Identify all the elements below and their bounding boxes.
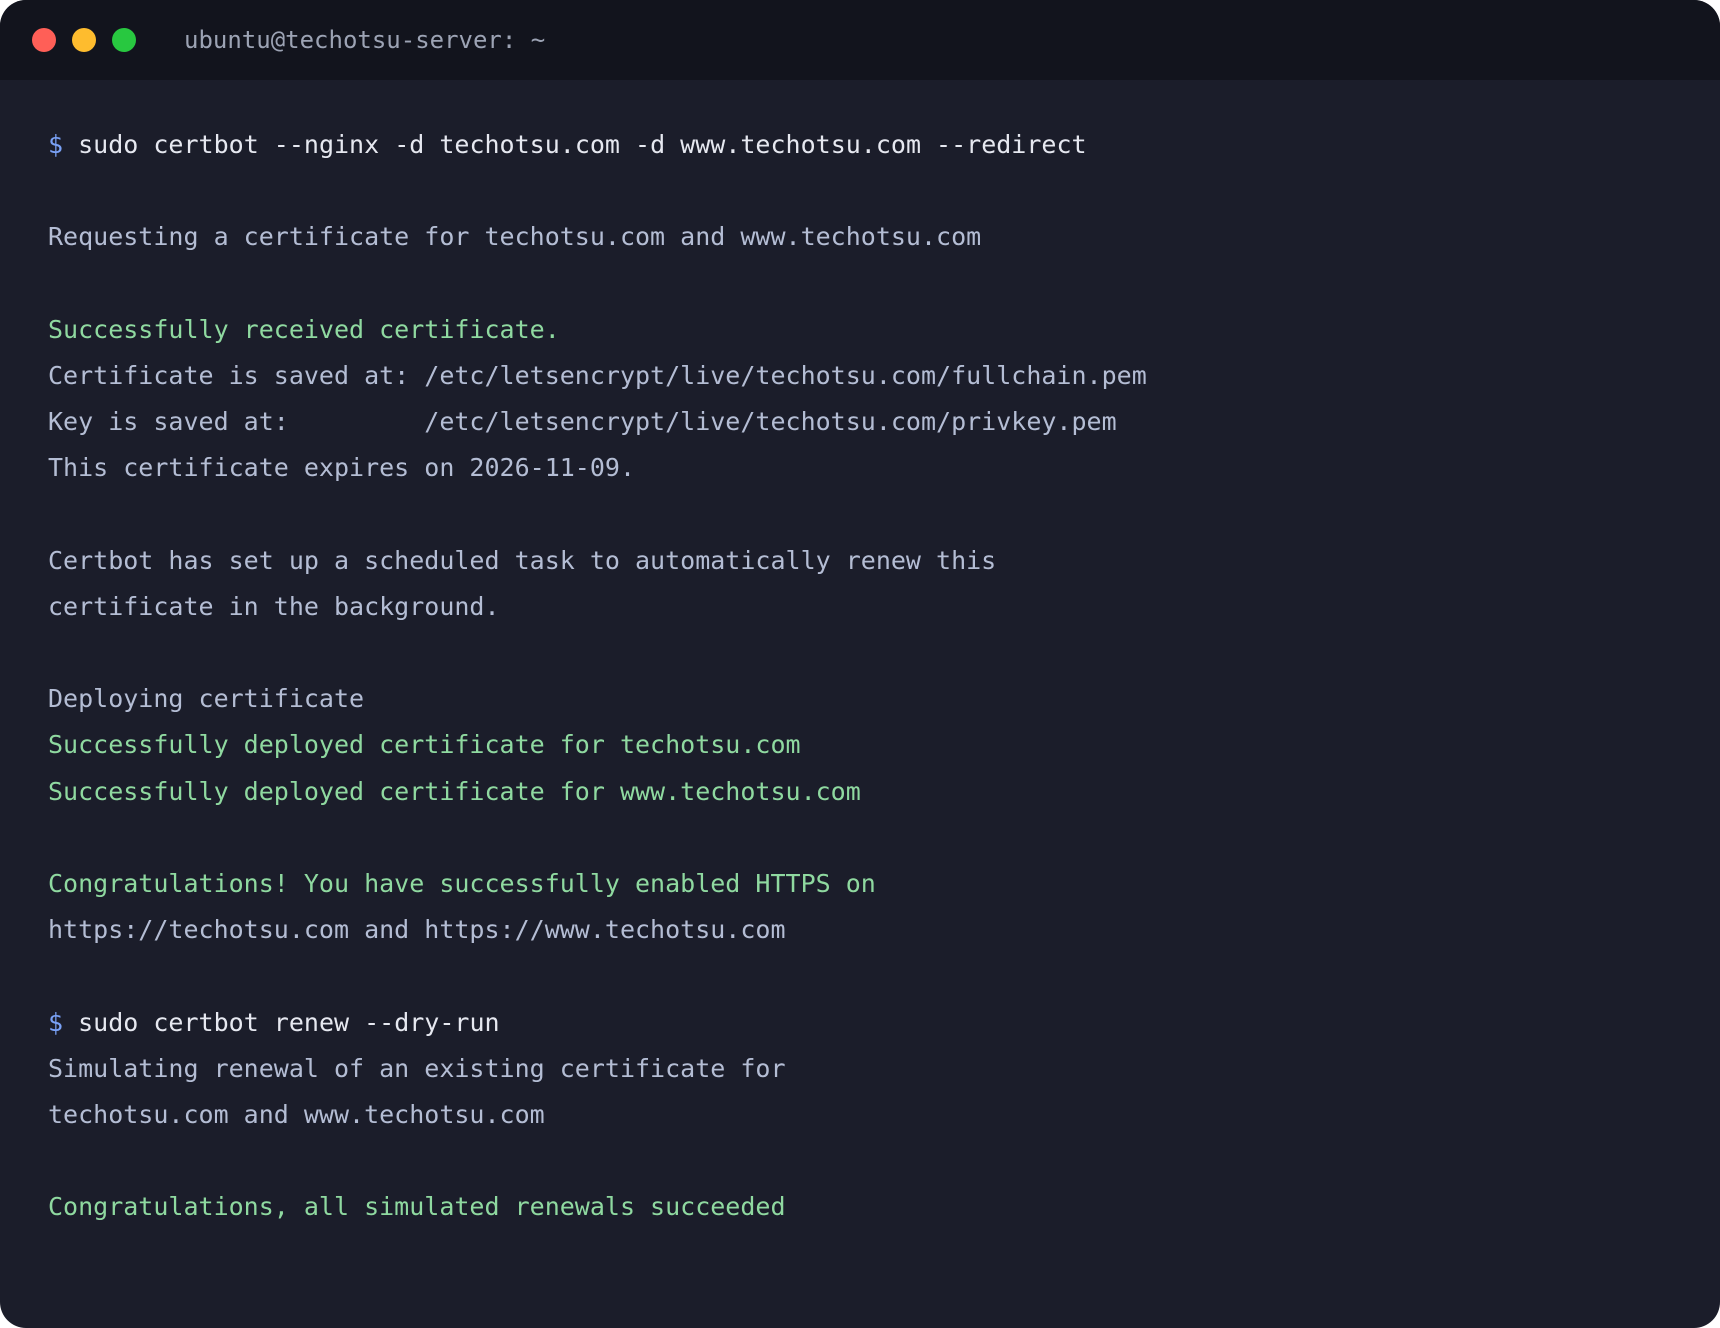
prompt-symbol: $: [48, 1007, 64, 1037]
output-line: Requesting a certificate for techotsu.co…: [48, 214, 1680, 260]
output-line: https://techotsu.com and https://www.tec…: [48, 907, 1680, 953]
success-output-line: Congratulations! You have successfully e…: [48, 861, 1680, 907]
output-line: This certificate expires on 2026-11-09.: [48, 445, 1680, 491]
command-line: $ sudo certbot --nginx -d techotsu.com -…: [48, 122, 1680, 168]
close-window-button[interactable]: [32, 28, 56, 52]
output-line: Key is saved at: /etc/letsencrypt/live/t…: [48, 399, 1680, 445]
line-text: Successfully received certificate.: [48, 314, 560, 344]
output-line: Certbot has set up a scheduled task to a…: [48, 538, 1680, 584]
terminal-window: ubuntu@techotsu-server: ~ $ sudo certbot…: [0, 0, 1720, 1328]
line-text: certificate in the background.: [48, 591, 500, 621]
line-text: Key is saved at: /etc/letsencrypt/live/t…: [48, 407, 1117, 437]
line-text: This certificate expires on 2026-11-09.: [48, 453, 635, 483]
output-line: Certificate is saved at: /etc/letsencryp…: [48, 353, 1680, 399]
minimize-window-button[interactable]: [72, 28, 96, 52]
line-text: Certbot has set up a scheduled task to a…: [48, 545, 997, 575]
line-text: techotsu.com and www.techotsu.com: [48, 1099, 545, 1129]
command-text: sudo certbot renew --dry-run: [78, 1007, 500, 1037]
command-line: $ sudo certbot renew --dry-run: [48, 1000, 1680, 1046]
success-output-line: Successfully deployed certificate for te…: [48, 722, 1680, 768]
title-bar: ubuntu@techotsu-server: ~: [0, 0, 1720, 80]
line-text: Simulating renewal of an existing certif…: [48, 1053, 786, 1083]
output-line: Simulating renewal of an existing certif…: [48, 1046, 1680, 1092]
terminal-output[interactable]: $ sudo certbot --nginx -d techotsu.com -…: [48, 122, 1680, 1231]
success-output-line: Successfully deployed certificate for ww…: [48, 769, 1680, 815]
line-text: Congratulations! You have successfully e…: [48, 869, 876, 898]
prompt-symbol: $: [48, 130, 64, 159]
success-output-line: Congratulations, all simulated renewals …: [48, 1184, 1680, 1230]
maximize-window-button[interactable]: [112, 28, 136, 52]
output-line: techotsu.com and www.techotsu.com: [48, 1092, 1680, 1138]
line-text: Requesting a certificate for techotsu.co…: [48, 222, 982, 252]
success-output-line: Successfully received certificate.: [48, 307, 1680, 353]
line-text: https://techotsu.com and https://www.tec…: [48, 915, 786, 945]
line-text: Successfully deployed certificate for te…: [48, 730, 801, 760]
window-title: ubuntu@techotsu-server: ~: [184, 26, 546, 54]
line-text: Certificate is saved at: /etc/letsencryp…: [48, 360, 1147, 390]
line-text: Congratulations, all simulated renewals …: [48, 1192, 786, 1222]
output-line: Deploying certificate: [48, 676, 1680, 722]
line-text: Deploying certificate: [48, 684, 365, 714]
line-text: Successfully deployed certificate for ww…: [48, 776, 861, 806]
output-line: certificate in the background.: [48, 584, 1680, 630]
command-text: sudo certbot --nginx -d techotsu.com -d …: [78, 130, 1087, 159]
